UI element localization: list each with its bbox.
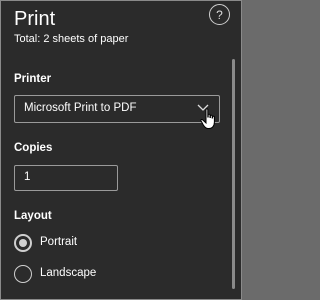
copies-input-value: 1 xyxy=(24,171,31,183)
dialog-title: Print xyxy=(14,8,56,30)
layout-label: Layout xyxy=(14,210,52,222)
printer-select-value: Microsoft Print to PDF xyxy=(24,102,137,114)
print-dialog-panel: Print Total: 2 sheets of paper ? Printer… xyxy=(0,0,242,300)
portrait-label: Portrait xyxy=(40,236,78,248)
scrollbar[interactable] xyxy=(232,59,235,289)
copies-label: Copies xyxy=(14,142,53,154)
help-button[interactable]: ? xyxy=(209,4,230,25)
printer-label: Printer xyxy=(14,73,52,85)
hand-cursor-icon xyxy=(200,108,215,129)
portrait-radio[interactable] xyxy=(14,234,32,252)
landscape-radio[interactable] xyxy=(14,265,32,283)
printer-select[interactable]: Microsoft Print to PDF xyxy=(14,95,220,123)
copies-input[interactable]: 1 xyxy=(14,165,118,191)
sheet-count-text: Total: 2 sheets of paper xyxy=(14,33,129,45)
landscape-label: Landscape xyxy=(40,267,97,279)
help-icon: ? xyxy=(216,8,223,22)
